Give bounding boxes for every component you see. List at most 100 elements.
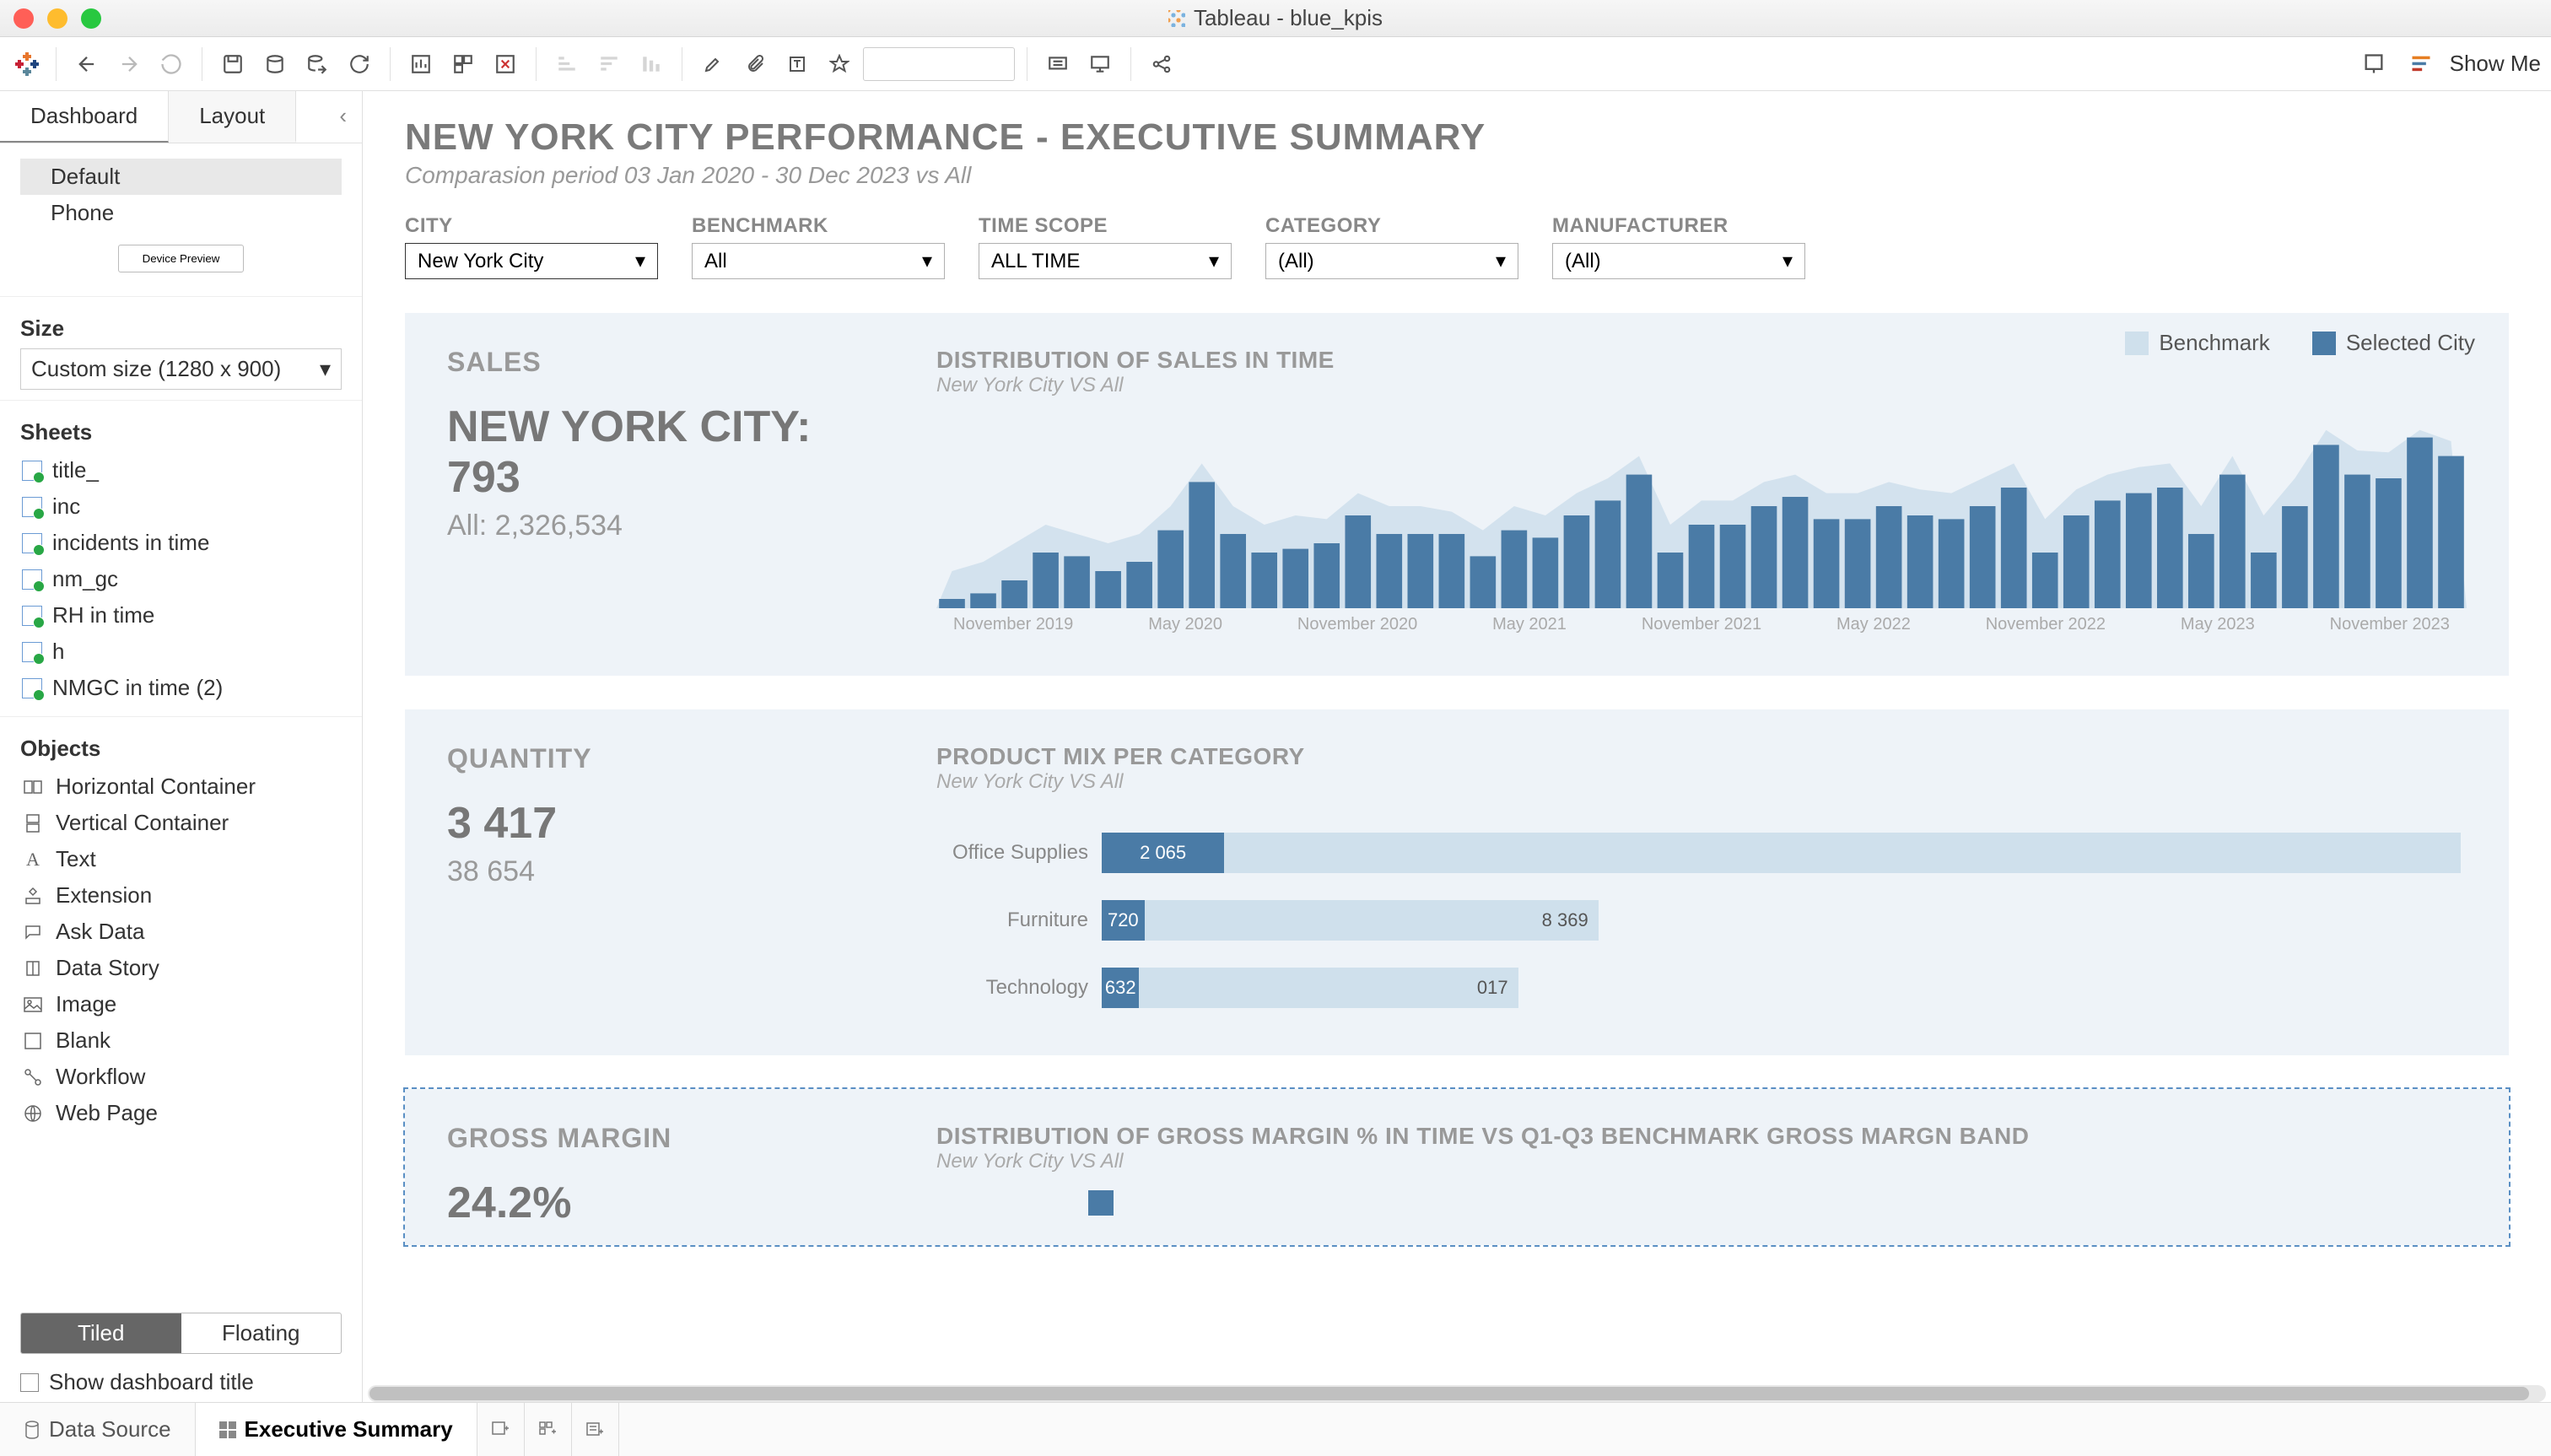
refresh-button[interactable]: [341, 46, 378, 83]
save-button[interactable]: [214, 46, 251, 83]
object-item[interactable]: Blank: [20, 1022, 342, 1059]
object-item-label: Image: [56, 991, 116, 1017]
close-window-button[interactable]: [13, 8, 34, 29]
x-tick-label: November 2021: [1642, 615, 1761, 634]
minimize-window-button[interactable]: [47, 8, 67, 29]
sales-label: SALES: [447, 347, 886, 378]
sales-chart[interactable]: [936, 423, 2467, 608]
device-default[interactable]: Default: [20, 159, 342, 195]
sort-desc-button[interactable]: [591, 46, 628, 83]
object-item[interactable]: Data Story: [20, 950, 342, 986]
dashboard-canvas[interactable]: NEW YORK CITY PERFORMANCE - EXECUTIVE SU…: [363, 91, 2551, 1402]
redo-button[interactable]: [111, 46, 148, 83]
hbar-row: Office Supplies2 065: [936, 819, 2467, 887]
tableau-logo-icon[interactable]: [10, 47, 44, 81]
hbar-benchmark: 8 369: [1102, 900, 1599, 941]
clear-worksheet-button[interactable]: [445, 46, 482, 83]
tiled-button[interactable]: Tiled: [21, 1313, 181, 1353]
object-item-label: Extension: [56, 882, 152, 909]
quantity-chart-title: PRODUCT MIX PER CATEGORY: [936, 743, 2467, 770]
object-item[interactable]: Horizontal Container: [20, 768, 342, 805]
undo-button[interactable]: [68, 46, 105, 83]
object-icon: A: [22, 849, 44, 871]
object-icon: [22, 780, 44, 794]
swap-button[interactable]: [487, 46, 524, 83]
device-preview-button[interactable]: Device Preview: [118, 245, 245, 272]
show-title-checkbox[interactable]: [20, 1373, 39, 1392]
object-item[interactable]: Vertical Container: [20, 805, 342, 841]
fit-button[interactable]: [1039, 46, 1076, 83]
auto-update-button[interactable]: [299, 46, 336, 83]
collapse-sidebar-icon[interactable]: ‹: [324, 91, 362, 143]
quantity-value: 3 417: [447, 798, 886, 849]
legend: Benchmark Selected City: [2125, 330, 2475, 356]
worksheet-icon: [22, 533, 42, 553]
totals-button[interactable]: [633, 46, 670, 83]
object-item[interactable]: Ask Data: [20, 914, 342, 950]
sheet-item[interactable]: title_: [20, 452, 342, 488]
sales-sub: All: 2,326,534: [447, 510, 886, 542]
new-worksheet-button[interactable]: [402, 46, 440, 83]
fullscreen-window-button[interactable]: [81, 8, 101, 29]
object-item[interactable]: Web Page: [20, 1095, 342, 1131]
highlight-button[interactable]: [694, 46, 731, 83]
size-select[interactable]: Custom size (1280 x 900)▾: [20, 348, 342, 390]
hbar-row: Technology017632: [936, 954, 2467, 1022]
sheet-item[interactable]: NMGC in time (2): [20, 670, 342, 706]
horizontal-scrollbar[interactable]: [368, 1385, 2546, 1402]
margin-card[interactable]: GROSS MARGIN 24.2% DISTRIBUTION OF GROSS…: [405, 1089, 2509, 1245]
bottombar: Data Source Executive Summary: [0, 1402, 2551, 1456]
hbar-selected: 632: [1102, 968, 1139, 1008]
new-story-tab-button[interactable]: [572, 1403, 619, 1456]
object-item[interactable]: Extension: [20, 877, 342, 914]
tab-layout[interactable]: Layout: [169, 91, 296, 143]
share-button[interactable]: [1143, 46, 1180, 83]
x-tick-label: November 2022: [1986, 615, 2106, 634]
revert-button[interactable]: [153, 46, 190, 83]
object-item-label: Data Story: [56, 955, 159, 981]
filter-select-benchmark[interactable]: All▾: [692, 243, 945, 279]
search-input[interactable]: [863, 47, 1015, 81]
margin-chart-title: DISTRIBUTION OF GROSS MARGIN % IN TIME V…: [936, 1123, 2467, 1150]
quantity-chart[interactable]: Office Supplies2 065Furniture8 369720Tec…: [936, 819, 2467, 1022]
showme-icon[interactable]: [2403, 46, 2440, 83]
x-tick-label: May 2020: [1148, 615, 1222, 634]
object-item[interactable]: Workflow: [20, 1059, 342, 1095]
attach-button[interactable]: [736, 46, 774, 83]
worksheet-icon: [22, 497, 42, 517]
new-worksheet-tab-button[interactable]: [477, 1403, 525, 1456]
new-data-source-button[interactable]: [256, 46, 294, 83]
filter-select-manufacturer[interactable]: (All)▾: [1552, 243, 1805, 279]
device-phone[interactable]: Phone: [20, 195, 342, 231]
guide-button[interactable]: [2355, 46, 2392, 83]
filter-select-time-scope[interactable]: ALL TIME▾: [979, 243, 1232, 279]
hbar-benchmark: [1102, 833, 2461, 873]
sheet-item[interactable]: h: [20, 634, 342, 670]
text-button[interactable]: [779, 46, 816, 83]
showme-button[interactable]: Show Me: [2450, 51, 2541, 77]
hbar-category-label: Furniture: [936, 909, 1088, 932]
sales-chart-sub: New York City VS All: [936, 374, 2467, 397]
sheet-item[interactable]: inc: [20, 488, 342, 525]
tab-dashboard[interactable]: Dashboard: [0, 91, 169, 143]
filter-select-city[interactable]: New York City▾: [405, 243, 658, 279]
page-title: NEW YORK CITY PERFORMANCE - EXECUTIVE SU…: [405, 116, 2509, 159]
object-item[interactable]: Image: [20, 986, 342, 1022]
floating-button[interactable]: Floating: [181, 1313, 342, 1353]
filter-select-category[interactable]: (All)▾: [1265, 243, 1518, 279]
sheet-item[interactable]: incidents in time: [20, 525, 342, 561]
active-sheet-tab[interactable]: Executive Summary: [196, 1403, 477, 1456]
window-title: Tableau - blue_kpis: [1168, 5, 1383, 31]
object-item-label: Web Page: [56, 1100, 158, 1126]
object-item[interactable]: AText: [20, 841, 342, 877]
data-source-tab[interactable]: Data Source: [0, 1403, 196, 1456]
presentation-button[interactable]: [1081, 46, 1119, 83]
new-dashboard-tab-button[interactable]: [525, 1403, 572, 1456]
sort-asc-button[interactable]: [548, 46, 585, 83]
sheet-item[interactable]: nm_gc: [20, 561, 342, 597]
sheet-item-label: h: [52, 639, 64, 665]
chevron-down-icon: ▾: [320, 356, 331, 382]
star-button[interactable]: [821, 46, 858, 83]
object-icon: [22, 1033, 44, 1049]
sheet-item[interactable]: RH in time: [20, 597, 342, 634]
